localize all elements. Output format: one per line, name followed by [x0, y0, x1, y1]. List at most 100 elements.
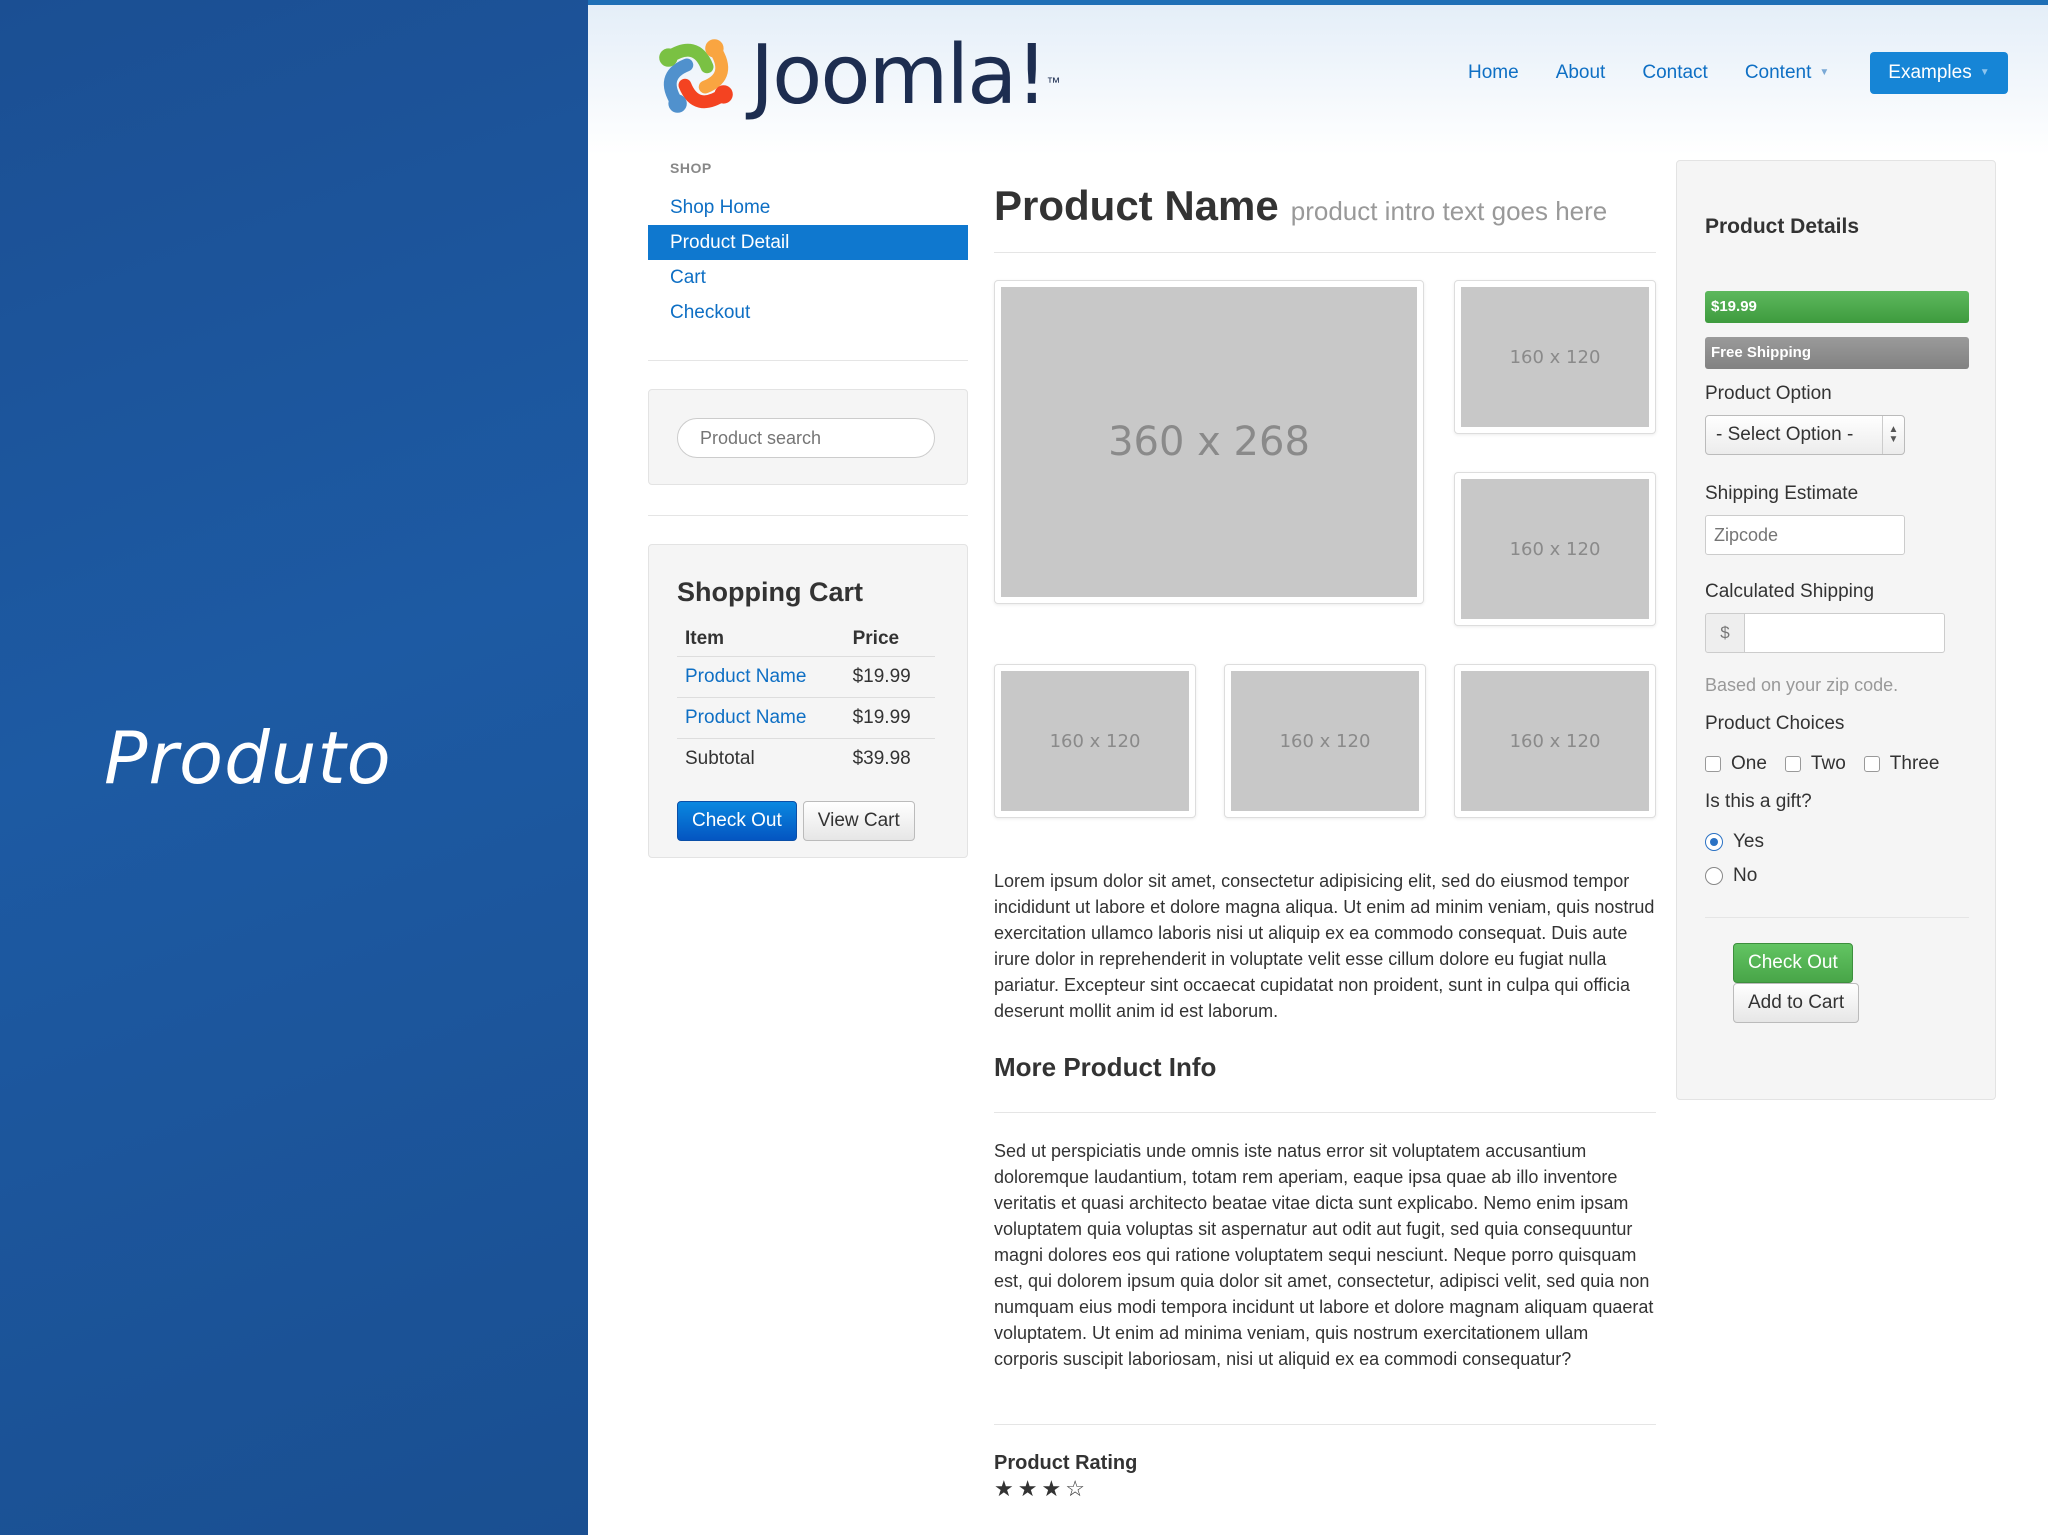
image-placeholder-label: 360 x 268: [1001, 287, 1417, 597]
choice-three[interactable]: Three: [1863, 753, 1940, 775]
joomla-logo-icon: [659, 39, 733, 113]
star-filled-icon: ★: [1017, 1476, 1042, 1501]
product-thumbnail[interactable]: 160 x 120: [1454, 664, 1656, 818]
more-info-title: More Product Info: [994, 1052, 1217, 1082]
image-placeholder-label: 160 x 120: [1461, 287, 1649, 427]
cart-cell-item: Product Name: [677, 697, 845, 739]
nav-examples-button[interactable]: Examples ▼: [1870, 52, 2008, 94]
radio-label: Yes: [1733, 831, 1764, 852]
details-title: Product Details: [1705, 215, 1860, 238]
page-subtitle: product intro text goes here: [1290, 196, 1608, 226]
table-row: Product Name $19.99: [677, 656, 935, 698]
cart-item-price: $19.99: [844, 656, 935, 698]
select-arrows-icon: ▲ ▼: [1882, 416, 1904, 454]
checkbox[interactable]: [1705, 756, 1721, 772]
sidebar: SHOP Shop Home Product Detail Cart Check…: [648, 160, 968, 858]
radio-label: No: [1733, 865, 1758, 886]
subtotal-value: $39.98: [844, 738, 935, 779]
gift-question-label: Is this a gift?: [1705, 791, 1812, 812]
gift-yes-option[interactable]: Yes: [1705, 831, 1764, 853]
product-choices: One Two Three: [1705, 753, 1957, 775]
shipping-estimate-label: Shipping Estimate: [1705, 483, 1859, 504]
add-to-cart-button[interactable]: Add to Cart: [1733, 983, 1860, 1023]
cart-table: Item Price Product Name $19.99 Product N…: [677, 622, 935, 779]
sidebar-item-checkout[interactable]: Checkout: [648, 295, 968, 330]
nav-examples-label: Examples: [1888, 62, 1972, 84]
gift-no-option[interactable]: No: [1705, 865, 1757, 887]
calculated-shipping-field: $: [1705, 613, 1945, 653]
brand-name: Joomla!: [750, 28, 1048, 123]
product-choices-label: Product Choices: [1705, 713, 1845, 734]
price-badge: $19.99: [1705, 291, 1969, 323]
cart-header-row: Item Price: [677, 622, 935, 657]
cart-checkout-button[interactable]: Check Out: [677, 801, 797, 841]
product-thumbnail[interactable]: 160 x 120: [994, 664, 1196, 818]
checkbox[interactable]: [1863, 756, 1880, 772]
currency-addon: $: [1705, 613, 1745, 653]
nav-about[interactable]: About: [1556, 62, 1606, 84]
choice-one[interactable]: One: [1705, 753, 1767, 775]
nav-home[interactable]: Home: [1468, 62, 1519, 84]
zipcode-input[interactable]: [1705, 515, 1905, 555]
divider: [648, 515, 968, 516]
cart-actions: Check Out View Cart: [677, 801, 939, 841]
product-thumbnail[interactable]: 160 x 120: [1454, 472, 1656, 626]
product-option-label: Product Option: [1705, 383, 1832, 404]
divider: [994, 1112, 1656, 1113]
divider: [994, 1424, 1656, 1425]
image-placeholder-label: 160 x 120: [1461, 479, 1649, 619]
divider: [1705, 917, 1969, 918]
cart-item-price: $19.99: [844, 697, 935, 739]
star-filled-icon: ★: [1041, 1476, 1066, 1501]
calculated-shipping-input[interactable]: [1745, 613, 1945, 653]
star-rating: ★★★☆: [994, 1476, 1089, 1502]
choice-label: Three: [1889, 753, 1940, 774]
main-content: Product Name product intro text goes her…: [994, 160, 1656, 1501]
caret-down-icon: ▼: [1979, 67, 1990, 78]
star-empty-icon: ☆: [1065, 1476, 1089, 1501]
sidebar-item-cart[interactable]: Cart: [648, 260, 968, 295]
sidebar-item-product-detail[interactable]: Product Detail: [648, 225, 968, 260]
page-header: Product Name product intro text goes her…: [994, 182, 1656, 253]
cart-title: Shopping Cart: [677, 577, 863, 607]
choice-label: Two: [1810, 753, 1846, 774]
top-navigation: Home About Contact Content ▼ Examples ▼: [1468, 52, 2008, 94]
details-checkout-button[interactable]: Check Out: [1733, 943, 1853, 983]
cart-item-link[interactable]: Product Name: [685, 666, 806, 687]
rating-title: Product Rating: [994, 1452, 1138, 1474]
product-details-panel: Product Details $19.99 Free Shipping Pro…: [1676, 160, 1996, 1100]
radio-selected[interactable]: [1705, 833, 1723, 851]
cart-item-link[interactable]: Product Name: [685, 707, 806, 728]
view-cart-button[interactable]: View Cart: [802, 801, 915, 841]
shopping-cart-widget: Shopping Cart Item Price Product Name $1…: [648, 544, 968, 858]
joomla-logo[interactable]: Joomla! ™: [650, 30, 1060, 122]
nav-contact[interactable]: Contact: [1642, 62, 1707, 84]
trademark-mark: ™: [1046, 74, 1061, 90]
checkbox[interactable]: [1784, 756, 1801, 772]
image-placeholder-label: 160 x 120: [1461, 671, 1649, 811]
slide-background: Produto: [0, 0, 588, 1535]
choice-two[interactable]: Two: [1784, 753, 1846, 775]
subtotal-label: Subtotal: [677, 738, 845, 779]
choice-label: One: [1731, 753, 1767, 774]
nav-content-label: Content: [1744, 62, 1812, 83]
caret-down-icon: ▼: [1819, 67, 1830, 79]
nav-content[interactable]: Content ▼: [1745, 62, 1829, 84]
sidebar-heading: SHOP: [670, 160, 712, 176]
free-shipping-badge: Free Shipping: [1705, 337, 1969, 369]
product-thumbnail[interactable]: 160 x 120: [1454, 280, 1656, 434]
main-product-image[interactable]: 360 x 268: [994, 280, 1424, 604]
cart-col-price: Price: [844, 622, 935, 657]
product-option-select[interactable]: - Select Option - ▲ ▼: [1705, 415, 1905, 455]
product-thumbnail[interactable]: 160 x 120: [1224, 664, 1426, 818]
image-placeholder-label: 160 x 120: [1001, 671, 1189, 811]
sidebar-item-shop-home[interactable]: Shop Home: [648, 190, 968, 225]
image-placeholder-label: 160 x 120: [1231, 671, 1419, 811]
radio[interactable]: [1705, 867, 1723, 885]
calculated-shipping-label: Calculated Shipping: [1705, 581, 1875, 602]
zip-help-text: Based on your zip code.: [1705, 675, 1899, 695]
cart-col-item: Item: [677, 622, 845, 657]
star-filled-icon: ★: [994, 1476, 1018, 1501]
product-search-input[interactable]: [677, 418, 935, 458]
select-value: - Select Option -: [1716, 424, 1854, 445]
